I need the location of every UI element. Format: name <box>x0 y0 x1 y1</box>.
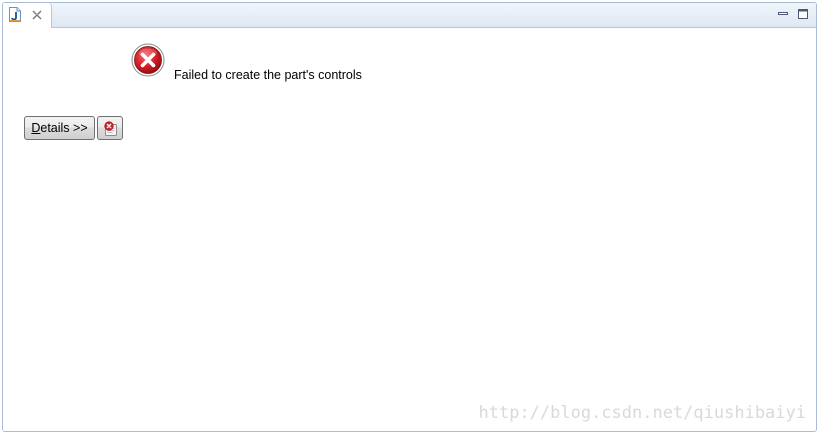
error-icon <box>131 43 165 77</box>
details-label: etails >> <box>40 121 88 135</box>
editor-view: Failed to create the part's controls Det… <box>2 2 817 432</box>
watermark: http://blog.csdn.net/qiushibaiyi <box>478 403 806 423</box>
details-button[interactable]: Details >> <box>24 116 95 140</box>
error-message: Failed to create the part's controls <box>174 68 362 82</box>
minimize-icon[interactable] <box>776 7 790 21</box>
tab-bar <box>3 3 816 28</box>
java-file-icon <box>9 7 21 22</box>
maximize-icon[interactable] <box>796 7 810 21</box>
error-log-button[interactable] <box>97 116 123 140</box>
content-area: Failed to create the part's controls Det… <box>3 28 816 431</box>
editor-tab[interactable] <box>3 3 52 28</box>
close-icon[interactable] <box>31 8 43 20</box>
